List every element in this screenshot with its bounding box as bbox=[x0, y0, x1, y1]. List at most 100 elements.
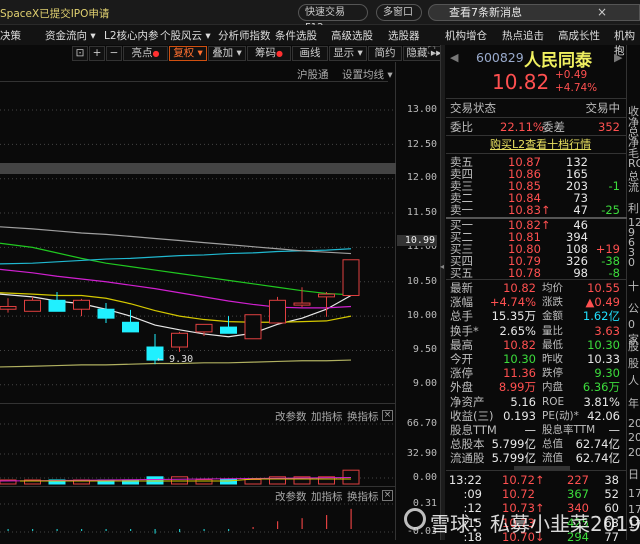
close-icon[interactable]: × bbox=[597, 5, 607, 20]
side-strip-label: 20 bbox=[628, 417, 640, 430]
edit-params-button[interactable]: 改参数 bbox=[275, 489, 307, 504]
macd-bar bbox=[326, 515, 328, 529]
divider bbox=[446, 217, 627, 219]
volume-tick: 0.00 bbox=[412, 472, 437, 483]
candle-body bbox=[24, 299, 41, 312]
side-strip-label: 股 bbox=[628, 340, 639, 353]
add-indicator-button[interactable]: 加指标 bbox=[311, 489, 343, 504]
stat-value: 2.65% bbox=[499, 323, 536, 338]
volume-bar bbox=[244, 479, 262, 485]
stat-value: 10.82 bbox=[503, 337, 536, 352]
macd-bar bbox=[252, 527, 254, 529]
stock-name: 人民同泰 bbox=[524, 51, 592, 71]
edit-params-button[interactable]: 改参数 bbox=[275, 409, 307, 424]
stat-label: 换手* bbox=[450, 323, 479, 338]
macd-bar bbox=[56, 529, 58, 531]
macd-bar bbox=[179, 529, 181, 533]
moving-average-line bbox=[0, 226, 352, 255]
switch-indicator-button[interactable]: 换指标 bbox=[347, 489, 379, 504]
stat-value: 62.74亿 bbox=[575, 437, 620, 452]
candle-body bbox=[269, 299, 286, 324]
stat-value: 10.55 bbox=[587, 281, 620, 295]
divider bbox=[446, 98, 627, 99]
add-indicator-button[interactable]: 加指标 bbox=[311, 409, 343, 424]
tick-time: 13:22 bbox=[448, 473, 482, 487]
candle-body bbox=[244, 314, 262, 340]
macd-bar bbox=[277, 521, 279, 529]
ask-volume: 47 bbox=[573, 203, 588, 217]
volume-bar bbox=[195, 479, 213, 485]
tick-volume: 227 bbox=[567, 473, 589, 487]
candle-body bbox=[97, 308, 115, 319]
panel-splitter[interactable] bbox=[440, 45, 445, 540]
stat-label: 涨停 bbox=[450, 366, 473, 381]
candle-body bbox=[195, 323, 213, 333]
stat-label: 均价 bbox=[542, 282, 563, 294]
candle-body bbox=[220, 326, 237, 334]
stat-value: 15.35万 bbox=[491, 309, 536, 324]
side-strip-label: 十 bbox=[628, 280, 639, 293]
stat-value: 6.36万 bbox=[582, 380, 620, 395]
switch-indicator-button[interactable]: 换指标 bbox=[347, 409, 379, 424]
stat-value: — bbox=[608, 423, 621, 437]
macd-bar bbox=[154, 529, 156, 534]
news-button[interactable]: 查看7条新消息 × bbox=[428, 4, 640, 21]
side-strip-label: 股 bbox=[628, 357, 639, 370]
divider bbox=[446, 117, 627, 118]
candle-body bbox=[293, 302, 311, 306]
stat-label: ROE bbox=[542, 395, 565, 408]
ask-change: -25 bbox=[601, 203, 620, 217]
menu-item[interactable]: 机构增仓 bbox=[445, 28, 487, 43]
ratio-label: 委比 bbox=[450, 120, 473, 134]
stat-value: 11.36 bbox=[503, 366, 536, 381]
chart-canvas bbox=[0, 109, 395, 534]
stat-value: 5.799亿 bbox=[491, 437, 536, 452]
close-pane-icon[interactable]: × bbox=[382, 490, 393, 501]
stat-label: 外盘 bbox=[450, 380, 473, 395]
candle-body bbox=[171, 332, 188, 348]
status-label: 交易状态 bbox=[450, 101, 496, 115]
volume-tick: 66.70 bbox=[406, 418, 437, 429]
menu-item[interactable]: 热点追击 bbox=[502, 28, 544, 43]
xueqiu-logo-icon bbox=[404, 508, 426, 530]
stat-value: 1.62亿 bbox=[582, 309, 620, 324]
stat-value: 0.193 bbox=[503, 408, 536, 423]
stock-code: 600829 bbox=[476, 50, 524, 65]
side-strip-label: 20 bbox=[628, 431, 640, 444]
pane-divider bbox=[0, 403, 396, 404]
next-stock-icon[interactable]: ▶ bbox=[614, 51, 622, 64]
side-strip-label: 流 bbox=[628, 181, 639, 194]
trading-status: 交易中 bbox=[585, 101, 621, 115]
stat-label: 总值 bbox=[542, 438, 563, 451]
tick-volume: 367 bbox=[567, 487, 589, 502]
divider bbox=[446, 153, 627, 154]
stat-label: 内盘 bbox=[542, 381, 563, 394]
buy-l2-link[interactable]: 购买L2查看十档行情 bbox=[490, 138, 591, 151]
resize-handle[interactable] bbox=[514, 466, 570, 471]
stat-label: 量比 bbox=[542, 324, 563, 337]
divider bbox=[446, 135, 627, 136]
prev-stock-icon[interactable]: ◀ bbox=[450, 51, 458, 64]
macd-bar bbox=[228, 529, 230, 531]
stat-value: 10.30 bbox=[587, 337, 620, 352]
stat-value: — bbox=[524, 423, 537, 437]
stat-label: 总手 bbox=[450, 309, 473, 324]
stat-value: 3.63 bbox=[594, 323, 620, 338]
close-pane-icon[interactable]: × bbox=[382, 410, 393, 421]
macd-bar bbox=[32, 529, 34, 531]
stat-label: 总股本 bbox=[450, 437, 485, 452]
tick-time: :09 bbox=[463, 487, 482, 502]
side-strip-label: 17 bbox=[628, 487, 640, 500]
divider bbox=[446, 279, 627, 280]
side-strip-label: 年 bbox=[628, 397, 639, 410]
stat-value: 42.06 bbox=[587, 408, 620, 423]
stat-value: 62.74亿 bbox=[575, 451, 620, 466]
macd-bar bbox=[7, 529, 9, 531]
side-strip-label: 日 bbox=[628, 468, 639, 481]
pane-divider bbox=[0, 486, 396, 487]
volume-tick: 32.90 bbox=[406, 448, 437, 459]
menu-item[interactable]: 高成长性 bbox=[558, 28, 600, 43]
news-label: 查看7条新消息 bbox=[449, 6, 522, 19]
stat-value: 10.82 bbox=[503, 281, 536, 295]
collapse-arrow-icon[interactable]: ◂ bbox=[440, 262, 444, 271]
